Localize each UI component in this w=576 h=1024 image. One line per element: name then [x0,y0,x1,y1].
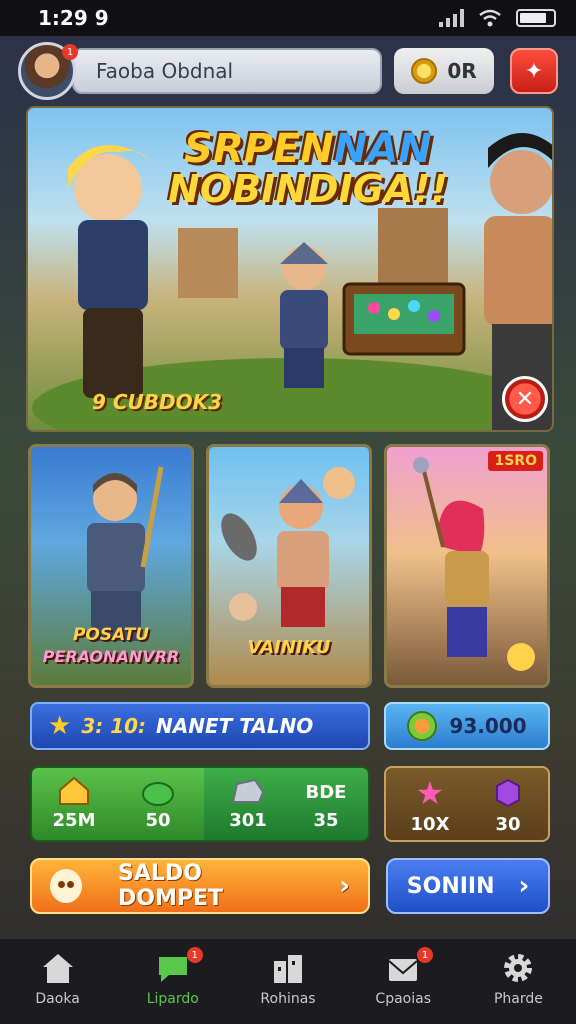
chat-icon [158,957,187,982]
nav-item-chat[interactable]: 1 Lipardo [115,939,230,1024]
alert-button[interactable]: ✦ [510,48,558,94]
banner-close-button[interactable]: ✕ [502,376,548,422]
top-bar: Faoba Obdnal 1 0R ✦ [14,40,562,102]
stat-cell-1: 25M [44,776,104,831]
stat-cell-2: 50 [128,776,188,831]
shop-panel[interactable]: ★ 10X 30 [384,766,550,842]
nav-item-settings[interactable]: Pharde [461,939,576,1024]
stats-left: 25M 50 [32,768,204,840]
coins-counter[interactable]: 0R [394,48,494,94]
wallet-button[interactable]: SALDO DOMPET › [30,858,370,914]
house-icon [59,776,89,805]
banner-title: SRPENNAN NOBINDIGA!! [158,128,458,210]
avatar-notification-badge: 1 [62,44,78,60]
coin-icon [411,58,438,84]
player-name: Faoba Obdnal [96,59,234,83]
gem-icon [407,711,438,741]
status-icons [439,9,556,27]
nav-label-buildings: Rohinas [260,991,316,1007]
mail-icon [388,959,418,981]
player-name-field[interactable]: Faoba Obdnal [72,48,382,94]
gems-counter[interactable]: 93.000 [384,702,550,750]
shop-value-2: 30 [495,814,521,835]
nav-item-home[interactable]: Daoka [0,939,115,1024]
hero-card-1[interactable]: POSATU PERAONANVRR [28,444,194,688]
nav-label-chat: Lipardo [146,991,199,1007]
skull-icon [50,869,83,903]
status-bar: 1:29 9 [0,0,576,36]
join-button-label: SONIIN [406,873,495,899]
hero-card-2[interactable]: VAINIKU [206,444,372,688]
stat-value-4: 35 [313,810,339,831]
chevron-right-icon: › [339,871,350,901]
stat-value-1: 25M [52,810,96,831]
gems-value: 93.000 [449,714,527,738]
gear-icon [504,954,533,982]
stat-header-4: BDE [305,782,347,803]
buildings-icon [274,955,302,983]
hero-card-3[interactable]: 1SRO [384,444,550,688]
stone-icon [231,778,265,803]
nav-label-settings: Pharde [493,991,543,1007]
stat-value-3: 301 [229,810,267,831]
banner-title-part-a: SRPEN [184,126,334,172]
close-icon: ✕ [515,386,535,412]
card-2-label: VAINIKU [247,637,331,658]
nav-label-home: Daoka [35,991,80,1007]
nav-label-messages: Cpaoias [375,991,431,1007]
stat-cell-3: 301 [218,776,278,831]
nav-badge-chat: 1 [186,947,203,963]
join-button[interactable]: SONIIN › [386,858,550,914]
pink-star-icon: ★ [415,774,445,812]
sorceress-artwork [413,457,535,671]
reward-bar[interactable]: ★ 3: 10: NANET TALNO [30,702,370,750]
banner-title-line2: NOBINDIGA!! [168,167,448,211]
nav-badge-messages: 1 [417,947,434,963]
banner-caption: 9 CUBDOK3 [92,390,223,414]
wallet-button-label: SALDO DOMPET [118,861,224,911]
bottom-nav: Daoka 1 Lipardo Rohinas 1 Cpaoias Pharde [0,938,576,1024]
slime-icon [142,782,174,806]
wifi-icon [479,9,501,27]
purple-gem-icon [496,778,520,808]
home-icon [42,954,73,983]
stat-cell-4: BDE 35 [296,776,356,831]
stats-panel: 25M 50 301 BDE 35 [30,766,370,842]
coins-value: 0R [447,59,477,83]
star-icon: ★ [48,711,72,741]
card-3-badge: 1SRO [488,451,543,471]
stat-value-2: 50 [145,810,171,831]
reward-text: NANET TALNO [156,714,314,738]
status-time: 1:29 9 [38,6,109,30]
card-1-label-2: PERAONANVRR [42,647,180,666]
bird-icon: ✦ [524,58,544,84]
shop-value-1: 10X [410,814,450,835]
banner-title-part-b: NAN [333,126,432,172]
event-banner[interactable]: SRPENNAN NOBINDIGA!! 9 CUBDOK3 ✕ [26,106,554,432]
chevron-right-icon: › [518,871,530,901]
battery-icon [516,9,556,27]
shop-cell-2: 30 [478,776,538,835]
nav-item-buildings[interactable]: Rohinas [230,939,345,1024]
card-1-label-1: POSATU [72,625,150,645]
reward-amount: 3: 10: [81,714,147,738]
nav-item-messages[interactable]: 1 Cpaoias [346,939,461,1024]
stats-right: 301 BDE 35 [204,768,368,840]
shop-cell-1: ★ 10X [400,776,460,835]
signal-icon [439,9,464,27]
